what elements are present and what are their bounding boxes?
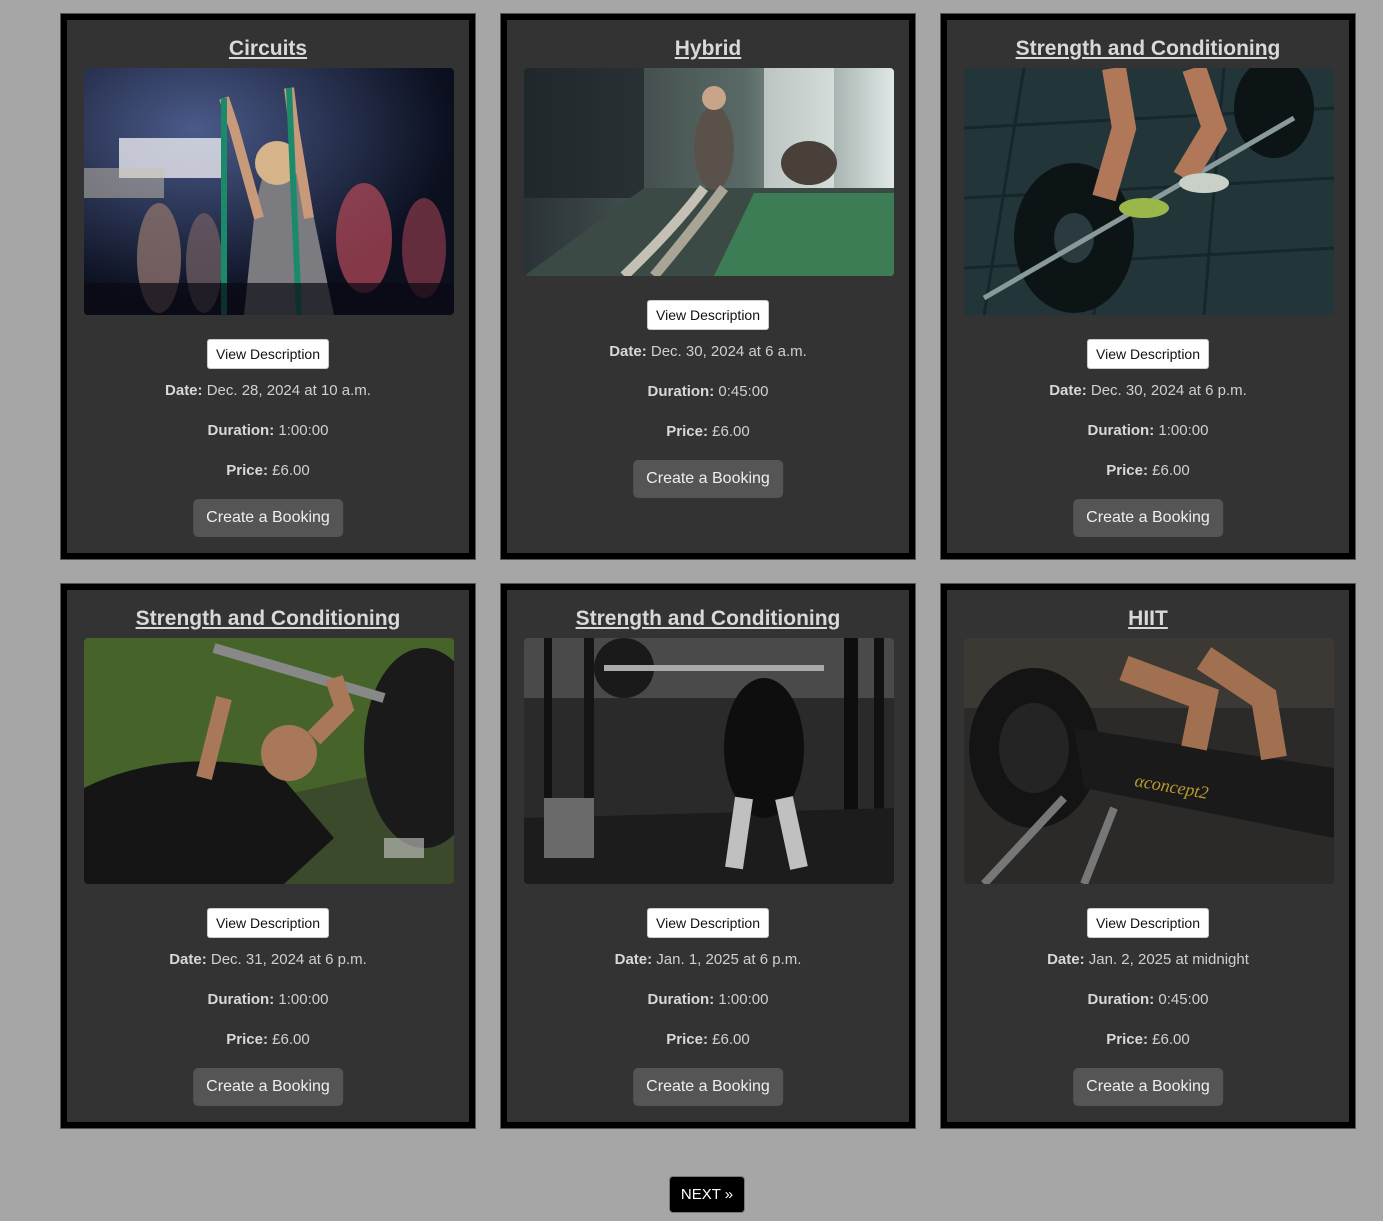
class-title-link[interactable]: Hybrid — [504, 37, 912, 61]
class-date: Date: Dec. 31, 2024 at 6 p.m. — [64, 951, 472, 968]
class-title-link[interactable]: Circuits — [64, 37, 472, 61]
duration-label: Duration: — [647, 991, 715, 1008]
date-label: Date: — [165, 382, 203, 399]
class-card-hiit: HIIT αconcept2 View Description Date: Ja… — [940, 583, 1356, 1129]
class-card-strength-conditioning-2: Strength and Conditioning View Descripti… — [60, 583, 476, 1129]
class-photo: αconcept2 — [964, 638, 1334, 884]
date-label: Date: — [169, 951, 207, 968]
class-duration: Duration: 0:45:00 — [504, 383, 912, 400]
create-booking-button[interactable]: Create a Booking — [1073, 499, 1223, 537]
class-duration: Duration: 1:00:00 — [64, 991, 472, 1008]
class-price: Price: £6.00 — [64, 462, 472, 479]
price-label: Price: — [226, 462, 268, 479]
duration-value: 0:45:00 — [718, 383, 769, 400]
class-date: Date: Jan. 1, 2025 at 6 p.m. — [504, 951, 912, 968]
duration-value: 1:00:00 — [278, 991, 329, 1008]
price-value: £6.00 — [272, 1031, 310, 1048]
class-duration: Duration: 1:00:00 — [64, 422, 472, 439]
create-booking-button[interactable]: Create a Booking — [1073, 1068, 1223, 1106]
create-booking-button[interactable]: Create a Booking — [193, 499, 343, 537]
date-value: Jan. 1, 2025 at 6 p.m. — [656, 951, 802, 968]
duration-value: 1:00:00 — [718, 991, 769, 1008]
date-label: Date: — [609, 343, 647, 360]
create-booking-button[interactable]: Create a Booking — [633, 460, 783, 498]
view-description-button[interactable]: View Description — [646, 908, 770, 938]
class-date: Date: Dec. 30, 2024 at 6 a.m. — [504, 343, 912, 360]
price-label: Price: — [666, 1031, 708, 1048]
class-date: Date: Dec. 28, 2024 at 10 a.m. — [64, 382, 472, 399]
class-photo — [964, 68, 1334, 315]
class-title-link[interactable]: Strength and Conditioning — [64, 607, 472, 631]
price-value: £6.00 — [272, 462, 310, 479]
price-label: Price: — [226, 1031, 268, 1048]
view-description-button[interactable]: View Description — [206, 908, 330, 938]
class-price: Price: £6.00 — [64, 1031, 472, 1048]
next-page-button[interactable]: NEXT » — [669, 1176, 745, 1213]
date-label: Date: — [1047, 951, 1085, 968]
view-description-button[interactable]: View Description — [206, 339, 330, 369]
class-price: Price: £6.00 — [944, 1031, 1352, 1048]
class-title-link[interactable]: Strength and Conditioning — [504, 607, 912, 631]
class-price: Price: £6.00 — [944, 462, 1352, 479]
price-value: £6.00 — [1152, 462, 1190, 479]
date-value: Dec. 30, 2024 at 6 p.m. — [1090, 382, 1247, 399]
class-date: Date: Dec. 30, 2024 at 6 p.m. — [944, 382, 1352, 399]
duration-value: 1:00:00 — [278, 422, 329, 439]
price-value: £6.00 — [1152, 1031, 1190, 1048]
date-value: Dec. 30, 2024 at 6 a.m. — [650, 343, 807, 360]
class-card-strength-conditioning-3: Strength and Conditioning View Descripti… — [500, 583, 916, 1129]
class-photo — [524, 638, 894, 884]
date-value: Dec. 28, 2024 at 10 a.m. — [206, 382, 371, 399]
duration-value: 0:45:00 — [1158, 991, 1209, 1008]
price-value: £6.00 — [712, 423, 750, 440]
class-photo — [84, 68, 454, 315]
class-photo — [84, 638, 454, 884]
create-booking-button[interactable]: Create a Booking — [193, 1068, 343, 1106]
price-label: Price: — [1106, 462, 1148, 479]
view-description-button[interactable]: View Description — [1086, 908, 1210, 938]
class-title-link[interactable]: HIIT — [944, 607, 1352, 631]
duration-label: Duration: — [1087, 991, 1155, 1008]
class-card-hybrid: Hybrid View Description Date: Dec. 30, 2… — [500, 13, 916, 560]
class-card-strength-conditioning-1: Strength and Conditioning View Descripti… — [940, 13, 1356, 560]
create-booking-button[interactable]: Create a Booking — [633, 1068, 783, 1106]
class-title-link[interactable]: Strength and Conditioning — [944, 37, 1352, 61]
price-value: £6.00 — [712, 1031, 750, 1048]
price-label: Price: — [666, 423, 708, 440]
date-label: Date: — [1049, 382, 1087, 399]
duration-value: 1:00:00 — [1158, 422, 1209, 439]
class-duration: Duration: 1:00:00 — [944, 422, 1352, 439]
date-value: Dec. 31, 2024 at 6 p.m. — [210, 951, 367, 968]
view-description-button[interactable]: View Description — [646, 300, 770, 330]
date-value: Jan. 2, 2025 at midnight — [1088, 951, 1249, 968]
duration-label: Duration: — [207, 422, 275, 439]
class-price: Price: £6.00 — [504, 1031, 912, 1048]
duration-label: Duration: — [647, 383, 715, 400]
class-photo — [524, 68, 894, 276]
class-duration: Duration: 0:45:00 — [944, 991, 1352, 1008]
class-card-circuits: Circuits View Description Date: Dec. 28,… — [60, 13, 476, 560]
class-date: Date: Jan. 2, 2025 at midnight — [944, 951, 1352, 968]
duration-label: Duration: — [207, 991, 275, 1008]
date-label: Date: — [614, 951, 653, 968]
price-label: Price: — [1106, 1031, 1148, 1048]
view-description-button[interactable]: View Description — [1086, 339, 1210, 369]
duration-label: Duration: — [1087, 422, 1155, 439]
class-price: Price: £6.00 — [504, 423, 912, 440]
class-duration: Duration: 1:00:00 — [504, 991, 912, 1008]
